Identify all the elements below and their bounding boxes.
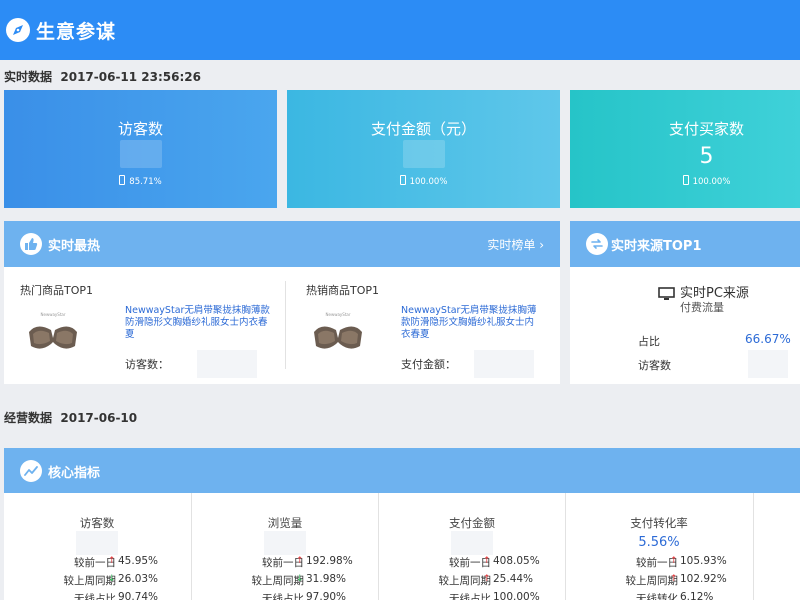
row-value: 31.98% <box>306 573 347 585</box>
visitors-label: 访客数 <box>638 359 671 372</box>
hot-item-subtitle: 热销商品TOP1 <box>306 284 380 297</box>
row-value: 26.03% <box>118 573 159 585</box>
operation-heading: 经营数据 2017-06-10 <box>4 409 137 426</box>
stat-card-pct: 85.71% <box>4 175 277 187</box>
arrow-up-icon: ↑ <box>483 556 491 566</box>
payment-amount-label: 支付金额： <box>401 358 456 371</box>
share-label: 占比 <box>638 335 660 348</box>
core-metric-value: 5.56% <box>638 535 680 550</box>
stat-card-label: 访客数 <box>117 120 163 138</box>
core-panel-title: 核心指标 <box>48 466 101 481</box>
thumb-brand-text: NewwayStar <box>40 312 65 317</box>
share-value: 66.67% <box>745 332 791 346</box>
hidden-value <box>451 531 493 555</box>
row-label: 无线占比 <box>449 593 491 600</box>
hot-panel-header: 实时最热 实时榜单 › <box>4 221 560 267</box>
core-panel: 核心指标 访客数 较前一日 ↑ 45.95% 较上周同期 ↓ 26.03% 无线占比 90… <box>4 448 800 600</box>
stat-card-pct: 100.00% <box>570 175 800 187</box>
arrow-down-icon: ↓ <box>108 574 116 584</box>
stat-card-pct-value: 100.00% <box>692 177 731 187</box>
core-metric-label: 浏览量 <box>267 516 303 530</box>
divider <box>285 281 286 369</box>
row-label: 无线占比 <box>74 593 116 600</box>
visitors-label: 访客数： <box>125 358 169 371</box>
core-metric-visitors[interactable]: 访客数 较前一日 ↑ 45.95% 较上周同期 ↓ 26.03% 无线占比 90.74% <box>4 493 190 600</box>
stat-card-label: 支付金额（元） <box>370 120 476 138</box>
compass-logo-icon[interactable] <box>6 18 30 42</box>
hidden-value <box>402 140 445 168</box>
monitor-icon <box>658 286 675 305</box>
stat-card-payment-amount[interactable]: 支付金额（元） 100.00% <box>287 90 560 208</box>
row-value: 408.05% <box>493 555 540 567</box>
core-panel-header: 核心指标 <box>4 448 800 493</box>
realtime-datetime: 2017-06-11 23:56:26 <box>60 70 202 84</box>
hot-panel: 实时最热 实时榜单 › 热门商品TOP1 NewwayStar NewwaySt… <box>4 221 560 384</box>
operation-date: 2017-06-10 <box>60 411 138 425</box>
core-metric-label: 访客数 <box>79 516 115 530</box>
realtime-heading-label: 实时数据 <box>4 70 53 84</box>
hidden-value <box>197 350 257 378</box>
hidden-value <box>748 350 788 378</box>
stat-card-buyers[interactable]: 支付买家数 5 100.00% <box>570 90 800 208</box>
stat-card-value: 5 <box>699 144 714 169</box>
core-metric-label: 支付转化率 <box>630 516 688 530</box>
stat-card-pct-value: 85.71% <box>129 177 162 187</box>
row-value: 102.92% <box>680 573 727 585</box>
arrow-up-icon: ↑ <box>483 574 491 584</box>
chevron-right-icon: › <box>539 238 544 252</box>
stat-card-label: 支付买家数 <box>668 120 744 138</box>
swap-arrows-icon <box>586 233 608 255</box>
stat-card-pct: 100.00% <box>287 175 560 187</box>
thumb-brand-text: NewwayStar <box>325 312 350 317</box>
core-metric-payment-amount[interactable]: 支付金额 较前一日 ↑ 408.05% 较上周同期 ↑ 25.44% 无线占比 100.0… <box>379 493 565 600</box>
hidden-value <box>474 350 534 378</box>
hidden-value <box>76 531 118 555</box>
arrow-up-icon: ↑ <box>670 556 678 566</box>
hot-panel-title: 实时最热 <box>48 239 101 254</box>
operation-heading-label: 经营数据 <box>4 411 53 425</box>
mobile-icon <box>682 175 689 185</box>
source-panel: 实时来源TOP1 实时PC来源 付费流量 占比 66.67% 访客数 <box>570 221 800 384</box>
hidden-value <box>119 140 162 168</box>
stat-card-visitors[interactable]: 访客数 85.71% <box>4 90 277 208</box>
row-value: 25.44% <box>493 573 534 585</box>
source-panel-title: 实时来源TOP1 <box>611 239 702 254</box>
core-metric-conversion[interactable]: 支付转化率 5.56% 较前一日 ↑ 105.93% 较上周同期 ↑ 102.92% 无… <box>566 493 752 600</box>
hot-item-subtitle: 热门商品TOP1 <box>20 284 94 297</box>
row-value: 105.93% <box>680 555 727 567</box>
realtime-heading: 实时数据 2017-06-11 23:56:26 <box>4 68 201 85</box>
core-metric-pageviews[interactable]: 浏览量 较前一日 ↑ 192.98% 较上周同期 ↓ 31.98% 无线占比 97.90% <box>192 493 378 600</box>
row-label: 无线转化 <box>636 593 678 600</box>
stat-card-pct-value: 100.00% <box>409 177 448 187</box>
row-label: 无线占比 <box>262 593 304 600</box>
trend-chart-icon <box>20 460 42 482</box>
row-value: 90.74% <box>118 591 159 600</box>
arrow-up-icon: ↑ <box>670 574 678 584</box>
product-link[interactable]: NewwayStar无肩带聚拢抹胸薄款防滑隐形文胸婚纱礼服女士内衣春夏 <box>125 305 270 341</box>
source-channel-sub: 付费流量 <box>680 301 724 314</box>
realtime-ranking-link[interactable]: 实时榜单 › <box>487 236 544 253</box>
row-value: 192.98% <box>306 555 353 567</box>
app-title: 生意参谋 <box>36 21 117 43</box>
hidden-value <box>264 531 306 555</box>
mobile-icon <box>119 175 126 185</box>
source-panel-header: 实时来源TOP1 <box>570 221 800 267</box>
top-bar: 生意参谋 <box>0 0 800 60</box>
divider <box>753 493 754 600</box>
row-value: 45.95% <box>118 555 159 567</box>
mobile-icon <box>399 175 406 185</box>
row-value: 100.00% <box>493 591 540 600</box>
realtime-ranking-link-label: 实时榜单 <box>487 238 536 252</box>
arrow-down-icon: ↓ <box>296 574 304 584</box>
product-link[interactable]: NewwayStar无肩带聚拢抹胸薄款防滑隐形文胸婚纱礼服女士内衣春夏 <box>401 305 538 341</box>
arrow-up-icon: ↑ <box>296 556 304 566</box>
arrow-up-icon: ↑ <box>108 556 116 566</box>
thumb-up-icon <box>20 233 42 255</box>
row-value: 6.12% <box>680 591 714 600</box>
product-thumbnail[interactable]: NewwayStar <box>23 308 83 358</box>
product-thumbnail[interactable]: NewwayStar <box>308 308 368 358</box>
core-metric-label: 支付金额 <box>449 516 495 530</box>
row-value: 97.90% <box>306 591 347 600</box>
